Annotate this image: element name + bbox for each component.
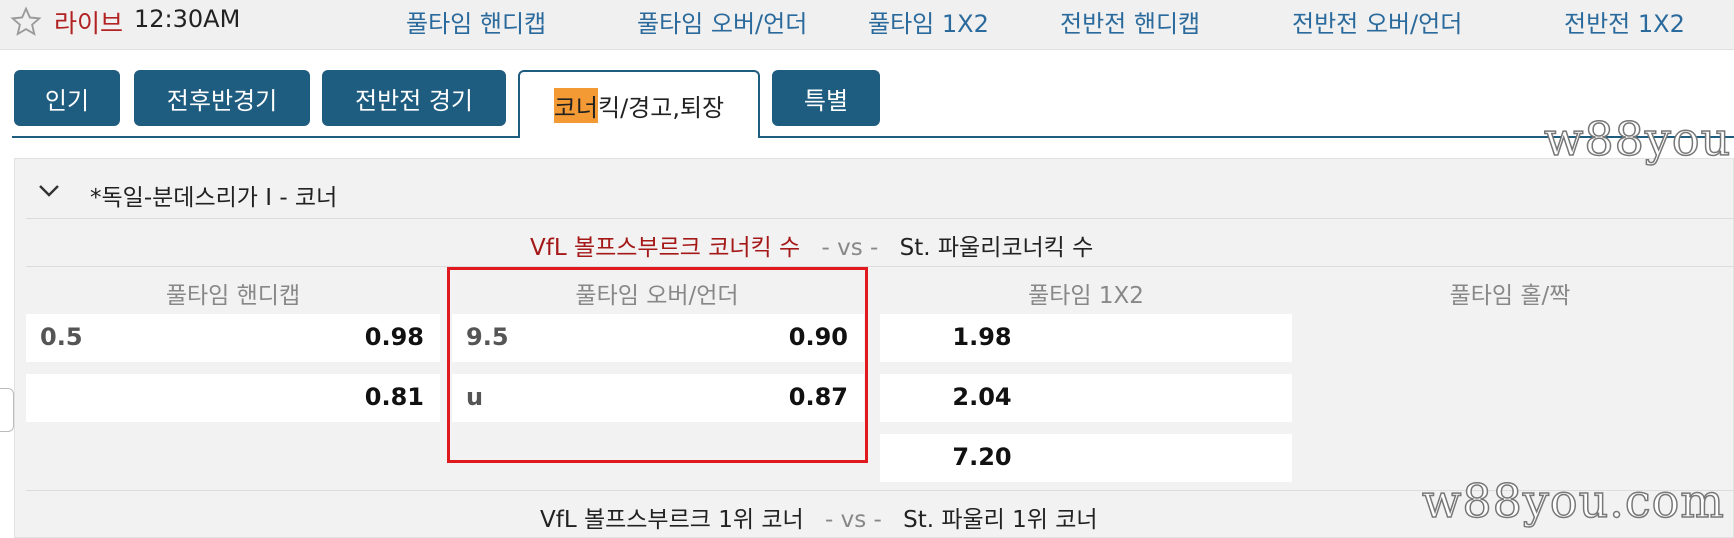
market-link-ht-over-under[interactable]: 전반전 오버/언더: [1292, 4, 1462, 39]
home-team: VfL 볼프스부르크 코너킥 수: [530, 235, 801, 261]
watermark-top: w88you.: [1543, 111, 1734, 167]
divider: [26, 266, 1734, 267]
x12-price: 1.98: [952, 323, 1012, 351]
chevron-down-icon[interactable]: [38, 184, 60, 198]
watermark-bottom: w88you.com: [1421, 473, 1725, 529]
x12-price: 2.04: [952, 383, 1012, 411]
market-header-1x2: 풀타임 1X2: [1028, 283, 1144, 309]
away-team: St. 파울리 1위 코너: [903, 507, 1098, 533]
tab-corners-cards[interactable]: 코너 킥/경고,퇴장: [518, 70, 760, 138]
x12-price: 7.20: [952, 443, 1012, 471]
tab-full-and-half[interactable]: 전후반경기: [134, 70, 310, 126]
star-icon[interactable]: [10, 6, 42, 38]
tab-first-half[interactable]: 전반전 경기: [322, 70, 506, 126]
market-header-handicap: 풀타임 핸디캡: [165, 283, 301, 309]
tab-special[interactable]: 특별: [772, 70, 880, 126]
market-link-ht-handicap[interactable]: 전반전 핸디캡: [1060, 4, 1200, 39]
match-time: 12:30AM: [134, 5, 241, 33]
odds-cell-1x2-home[interactable]: 1.98: [880, 314, 1292, 362]
vs-label: - vs -: [824, 507, 882, 533]
vs-label: - vs -: [821, 235, 879, 261]
odds-cell-1x2-away[interactable]: 7.20: [880, 434, 1292, 482]
tab-bar: 인기 전후반경기 전반전 경기 코너 킥/경고,퇴장 특별: [0, 50, 1734, 140]
handicap-price: 0.81: [364, 383, 424, 411]
handicap-line: 0.5: [40, 323, 83, 351]
market-link-ft-over-under[interactable]: 풀타임 오버/언더: [637, 4, 807, 39]
highlight-box: [447, 267, 868, 463]
market-link-ft-handicap[interactable]: 풀타임 핸디캡: [406, 4, 546, 39]
odds-cell-handicap-away[interactable]: 0.81: [26, 374, 440, 422]
divider: [26, 218, 1734, 219]
tab-label-rest: 킥/경고,퇴장: [598, 93, 725, 122]
handicap-price: 0.98: [364, 323, 424, 351]
league-title[interactable]: *독일-분데스리가 I - 코너: [90, 178, 337, 212]
tab-underline: [12, 136, 1734, 138]
away-team: St. 파울리코너킥 수: [899, 235, 1094, 261]
live-label: 라이브: [54, 9, 124, 38]
top-bar: 라이브 12:30AM 풀타임 핸디캡 풀타임 오버/언더 풀타임 1X2 전반…: [0, 0, 1734, 50]
tab-popular[interactable]: 인기: [14, 70, 120, 126]
odds-cell-1x2-draw[interactable]: 2.04: [880, 374, 1292, 422]
market-link-ht-1x2[interactable]: 전반전 1X2: [1564, 4, 1685, 39]
match-row-corners: VfL 볼프스부르크 코너킥 수 - vs - St. 파울리코너킥 수: [530, 228, 1093, 262]
market-header-odd-even: 풀타임 홀/짝: [1449, 283, 1571, 309]
match-row-first-corner: VfL 볼프스부르크 1위 코너 - vs - St. 파울리 1위 코너: [540, 500, 1098, 534]
odds-cell-handicap-home[interactable]: 0.5 0.98: [26, 314, 440, 362]
side-handle[interactable]: [0, 388, 14, 432]
market-link-ft-1x2[interactable]: 풀타임 1X2: [868, 4, 989, 39]
tab-label-highlight: 코너: [553, 87, 599, 123]
home-team: VfL 볼프스부르크 1위 코너: [540, 507, 804, 533]
